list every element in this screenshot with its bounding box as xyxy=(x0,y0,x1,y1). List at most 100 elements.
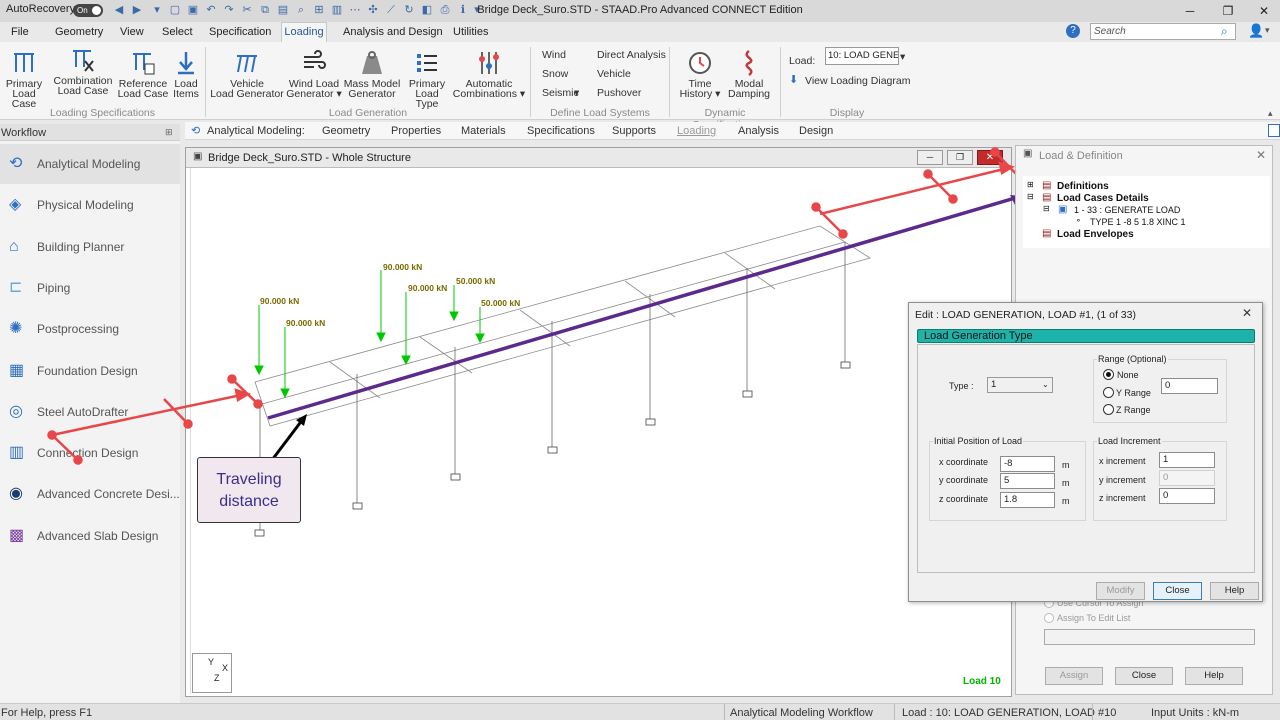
back-icon[interactable]: ◀ xyxy=(112,3,126,17)
tree-load-envelopes[interactable]: Load Envelopes xyxy=(1057,229,1134,240)
expand-icon[interactable]: ⊞ xyxy=(1027,180,1034,189)
workflow-item-postprocessing[interactable]: ✺ Postprocessing xyxy=(0,309,180,349)
menu-loading[interactable]: Loading xyxy=(281,22,327,43)
menu-analysis-design[interactable]: Analysis and Design xyxy=(343,26,443,38)
range-y-radio[interactable] xyxy=(1103,387,1114,398)
type-dropdown-icon[interactable]: ⌄ xyxy=(1042,380,1049,389)
ruler-icon[interactable]: ⟋ xyxy=(384,3,398,17)
viewport-restore-icon[interactable]: ❐ xyxy=(947,150,973,165)
restore-icon[interactable]: ❐ xyxy=(1210,0,1246,22)
seismic-dropdown-icon[interactable]: ▾ xyxy=(574,87,579,99)
forward-icon[interactable]: ▶ xyxy=(130,3,144,17)
workflow-item-physical-modeling[interactable]: ◈ Physical Modeling xyxy=(0,185,180,225)
tab-geometry[interactable]: Geometry xyxy=(322,125,370,137)
tree-generate-load[interactable]: 1 - 33 : GENERATE LOAD xyxy=(1074,205,1180,215)
view-loading-diagram-button[interactable]: View Loading Diagram xyxy=(805,75,910,87)
new-file-icon[interactable]: ▢ xyxy=(168,3,182,17)
y-coordinate-input[interactable]: 5 xyxy=(1000,473,1055,489)
tree-load-cases-details[interactable]: Load Cases Details xyxy=(1057,193,1149,204)
x-coordinate-input[interactable]: -8 xyxy=(1000,456,1055,472)
range-z-radio[interactable] xyxy=(1103,404,1114,415)
range-none-radio[interactable] xyxy=(1103,369,1114,380)
view-icon[interactable]: ◧ xyxy=(420,3,434,17)
menu-select[interactable]: Select xyxy=(162,26,193,38)
menu-specification[interactable]: Specification xyxy=(209,26,271,38)
viewport-minimize-icon[interactable]: ─ xyxy=(917,150,943,165)
mass-model-generator-button[interactable]: Mass Model Generator xyxy=(343,50,401,99)
range-value-input[interactable]: 0 xyxy=(1161,378,1218,394)
time-history-button[interactable]: Time History ▾ xyxy=(674,50,726,99)
menu-view[interactable]: View xyxy=(120,26,144,38)
assign-edit-list-radio[interactable] xyxy=(1044,613,1054,623)
wind-button[interactable]: Wind xyxy=(542,49,566,61)
report-icon[interactable]: ▤ xyxy=(276,3,290,17)
modal-damping-button[interactable]: Modal Damping xyxy=(726,50,772,99)
more-icon[interactable]: ▾ xyxy=(470,3,484,17)
z-coordinate-input[interactable]: 1.8 xyxy=(1000,492,1055,508)
viewport-close-icon[interactable]: ✕ xyxy=(977,150,1003,165)
model-canvas[interactable] xyxy=(190,168,1008,694)
tab-materials[interactable]: Materials xyxy=(461,125,506,137)
user-icon[interactable]: 👤 xyxy=(1248,23,1264,39)
search-input[interactable]: Search xyxy=(1090,23,1236,40)
wind-load-generator-button[interactable]: Wind Load Generator ▾ xyxy=(286,50,342,99)
clipboard-icon[interactable]: ▥ xyxy=(330,3,344,17)
open-file-icon[interactable]: ▣ xyxy=(186,3,200,17)
tree-definitions[interactable]: Definitions xyxy=(1057,181,1109,192)
pushover-button[interactable]: Pushover xyxy=(597,87,641,99)
panel-help-button[interactable]: Help xyxy=(1185,667,1243,685)
combination-load-case-button[interactable]: Combination Load Case xyxy=(52,47,114,96)
load-select[interactable]: 10: LOAD GENER xyxy=(825,47,899,65)
dots-icon[interactable]: ⋯ xyxy=(348,3,362,17)
vehicle-load-generator-button[interactable]: Vehicle Load Generator xyxy=(210,50,284,99)
info-icon[interactable]: ℹ xyxy=(456,3,470,17)
qat-dropdown-icon[interactable]: ▾ xyxy=(150,3,164,17)
reference-load-case-button[interactable]: Reference Load Case xyxy=(116,50,170,99)
close-icon[interactable]: ✕ xyxy=(1246,0,1280,22)
load-select-dropdown-icon[interactable]: ▾ xyxy=(900,51,905,63)
collapse-ribbon-icon[interactable]: ▴ xyxy=(1268,108,1273,119)
tab-properties[interactable]: Properties xyxy=(391,125,441,137)
user-dropdown-icon[interactable]: ▾ xyxy=(1265,25,1270,36)
workflow-item-piping[interactable]: ⊏ Piping xyxy=(0,268,180,308)
primary-load-case-button[interactable]: Primary Load Case xyxy=(0,50,48,109)
undo-icon[interactable]: ↶ xyxy=(204,3,218,17)
grid-icon[interactable]: ⊞ xyxy=(312,3,326,17)
axis-icon[interactable]: ✣ xyxy=(366,3,380,17)
x-increment-input[interactable]: 1 xyxy=(1159,452,1215,468)
dialog-close-button[interactable]: Close xyxy=(1153,582,1202,600)
collapse-icon[interactable]: ⊟ xyxy=(1043,204,1050,213)
tree-type-1[interactable]: TYPE 1 -8 5 1.8 XINC 1 xyxy=(1090,217,1186,227)
collapse-icon[interactable]: ⊟ xyxy=(1027,192,1034,201)
tab-supports[interactable]: Supports xyxy=(612,125,656,137)
primary-load-type-button[interactable]: Primary Load Type xyxy=(403,50,451,109)
panel-close-button[interactable]: Close xyxy=(1115,667,1173,685)
print-icon[interactable]: ⎙ xyxy=(438,3,452,17)
panel-toggle-icon[interactable] xyxy=(1268,124,1280,137)
snow-button[interactable]: Snow xyxy=(542,68,568,80)
z-increment-input[interactable]: 0 xyxy=(1159,488,1215,504)
edit-list-field[interactable] xyxy=(1044,629,1255,645)
y-increment-input[interactable]: 0 xyxy=(1159,470,1215,486)
workflow-item-analytical-modeling[interactable]: ⟲ Analytical Modeling xyxy=(0,144,180,184)
search-icon[interactable]: ⌕ xyxy=(1221,24,1228,39)
load-items-button[interactable]: Load Items xyxy=(170,50,202,99)
minimize-icon[interactable]: ─ xyxy=(1172,0,1208,22)
workflow-item-building-planner[interactable]: ⌂ Building Planner xyxy=(0,227,180,267)
zoom-icon[interactable]: ⌕ xyxy=(294,3,308,17)
tab-loading[interactable]: Loading xyxy=(677,125,716,137)
tab-design[interactable]: Design xyxy=(799,125,833,137)
workflow-item-connection-design[interactable]: ▥ Connection Design xyxy=(0,433,180,473)
workflow-item-advanced-slab-design[interactable]: ▩ Advanced Slab Design xyxy=(0,516,180,556)
vehicle-button[interactable]: Vehicle xyxy=(597,68,631,80)
menu-file[interactable]: File xyxy=(11,26,29,38)
assign-button[interactable]: Assign xyxy=(1045,667,1103,685)
workflow-item-foundation-design[interactable]: ▦ Foundation Design xyxy=(0,351,180,391)
workflow-item-steel-autodrafter[interactable]: ◎ Steel AutoDrafter xyxy=(0,392,180,432)
redo-icon[interactable]: ↷ xyxy=(222,3,236,17)
autorecovery-toggle[interactable]: On xyxy=(73,4,103,17)
direct-analysis-button[interactable]: Direct Analysis xyxy=(597,49,666,61)
workflow-item-advanced-concrete-design[interactable]: ◉ Advanced Concrete Desi... xyxy=(0,474,180,514)
help-icon[interactable]: ? xyxy=(1066,24,1080,38)
copy-icon[interactable]: ⧉ xyxy=(258,3,272,17)
